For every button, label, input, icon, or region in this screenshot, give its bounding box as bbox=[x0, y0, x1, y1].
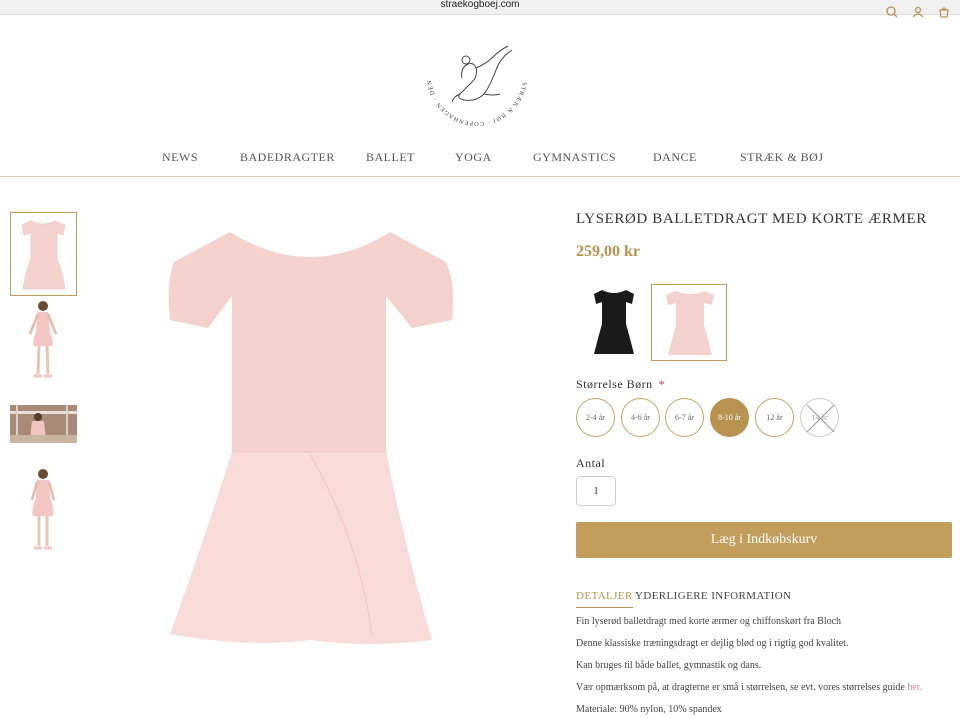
browser-url-bar[interactable]: straekogboej.com bbox=[0, 0, 960, 15]
description-line-4: Vær opmærksom på, at dragterne er små i … bbox=[576, 682, 922, 693]
nav-divider bbox=[0, 176, 960, 177]
header-icons bbox=[886, 6, 950, 18]
size-option-label: 6-7 år bbox=[675, 413, 694, 422]
unavailable-cross-icon bbox=[806, 404, 835, 433]
nav-item-badedragter[interactable]: BADEDRAGTER bbox=[240, 150, 335, 165]
nav-item-news[interactable]: NEWS bbox=[162, 150, 198, 165]
quantity-input[interactable]: 1 bbox=[576, 476, 616, 506]
svg-text:STRÆK & BØJ · COPENHAGEN · DEN: STRÆK & BØJ · COPENHAGEN · DENMARK · EST… bbox=[420, 24, 528, 127]
description-line-4-text: Vær opmærksom på, at dragterne er små i … bbox=[576, 682, 905, 693]
size-option-label: 2-4 år bbox=[586, 413, 605, 422]
color-swatch-pink[interactable] bbox=[651, 284, 727, 361]
tab-details[interactable]: DETALJER bbox=[576, 590, 633, 608]
cart-icon[interactable] bbox=[938, 6, 950, 18]
size-option-12[interactable]: 12 år bbox=[755, 398, 794, 437]
product-price: 259,00 kr bbox=[576, 243, 640, 260]
thumbnail-model-back[interactable] bbox=[22, 466, 64, 552]
size-option-14[interactable]: 14 år bbox=[800, 398, 839, 437]
add-to-cart-button[interactable]: Læg i Indkøbskurv bbox=[576, 522, 952, 558]
description-line-1: Fin lyserød balletdragt med korte ærmer … bbox=[576, 616, 842, 627]
size-option-6-7[interactable]: 6-7 år bbox=[665, 398, 704, 437]
nav-item-dance[interactable]: DANCE bbox=[653, 150, 697, 165]
color-swatch-black[interactable] bbox=[576, 284, 652, 361]
nav-item-straek-boej[interactable]: STRÆK & BØJ bbox=[740, 150, 824, 165]
nav-item-ballet[interactable]: BALLET bbox=[366, 150, 415, 165]
description-line-3: Kan bruges til både ballet, gymnastik og… bbox=[576, 660, 762, 671]
product-title: LYSERØD BALLETDRAGT MED KORTE ÆRMER bbox=[576, 211, 927, 227]
nav-item-yoga[interactable]: YOGA bbox=[455, 150, 492, 165]
tab-additional-info[interactable]: YDERLIGERE INFORMATION bbox=[635, 590, 791, 602]
description-line-5: Materiale: 90% nylon, 10% spandex bbox=[576, 704, 722, 715]
quantity-label: Antal bbox=[576, 456, 606, 470]
thumbnail-barre[interactable] bbox=[10, 405, 77, 443]
account-icon[interactable] bbox=[912, 6, 924, 18]
nav-item-gymnastics[interactable]: GYMNASTICS bbox=[533, 150, 616, 165]
size-label-text: Størrelse Børn bbox=[576, 377, 653, 391]
description-line-2: Denne klassiske træningsdragt er dejlig … bbox=[576, 638, 849, 649]
url-text: straekogboej.com bbox=[440, 0, 520, 10]
size-option-4-6[interactable]: 4-6 år bbox=[621, 398, 660, 437]
size-guide-link[interactable]: her. bbox=[907, 682, 922, 693]
size-option-8-10[interactable]: 8-10 år bbox=[710, 398, 749, 437]
size-option-label: 8-10 år bbox=[718, 413, 741, 422]
thumbnail-front[interactable] bbox=[10, 212, 77, 296]
size-label: Størrelse Børn * bbox=[576, 377, 665, 392]
logo-ring-text: STRÆK & BØJ · COPENHAGEN · DENMARK · EST… bbox=[420, 24, 527, 127]
product-main-image[interactable] bbox=[160, 222, 460, 652]
size-option-2-4[interactable]: 2-4 år bbox=[576, 398, 615, 437]
required-mark: * bbox=[658, 377, 666, 391]
size-option-label: 4-6 år bbox=[631, 413, 650, 422]
brand-logo[interactable]: STRÆK & BØJ · COPENHAGEN · DENMARK · EST… bbox=[420, 24, 534, 128]
search-icon[interactable] bbox=[886, 6, 898, 18]
thumbnail-model-front[interactable] bbox=[22, 298, 64, 380]
size-option-label: 12 år bbox=[766, 413, 783, 422]
